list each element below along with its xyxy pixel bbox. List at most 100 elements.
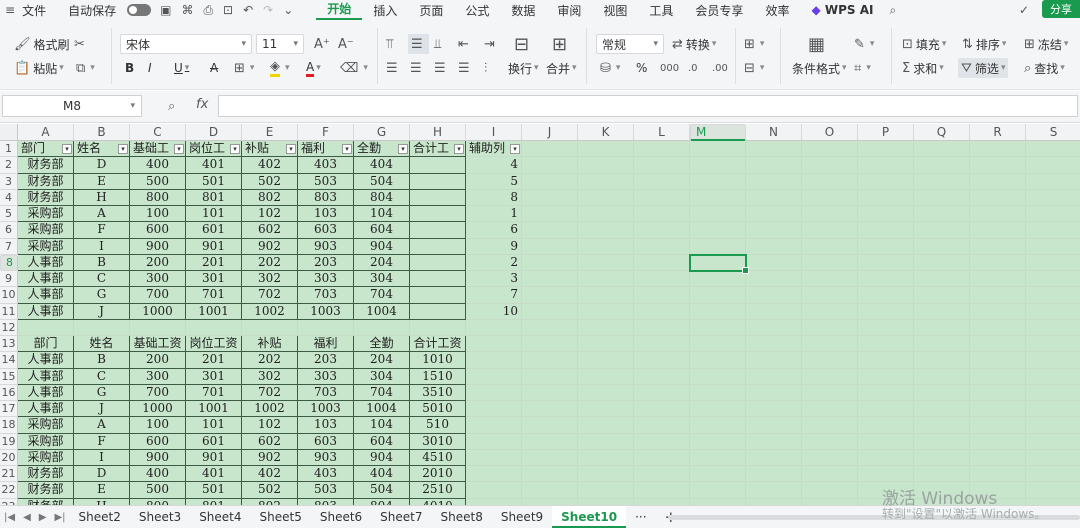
increase-indent-button[interactable]: ⇥ [484,34,498,54]
table-cell[interactable]: 2 [466,254,522,271]
cell[interactable] [746,141,802,158]
paste-button[interactable]: 📋 粘贴 ▾ [14,58,64,78]
table-cell[interactable] [410,271,466,288]
table-cell[interactable]: 财务部 [18,173,74,190]
filter-dropdown-icon[interactable]: ▾ [230,144,240,154]
cell[interactable] [858,303,914,320]
column-header[interactable]: I [466,124,522,141]
cell[interactable] [466,401,522,418]
table-cell[interactable]: 101 [186,417,242,434]
file-menu[interactable]: 文件 [20,2,57,19]
tab-efficiency[interactable]: 效率 [754,2,800,19]
undo-icon[interactable]: ↶ [243,3,253,17]
table-header-cell[interactable]: 福利 [298,336,354,353]
filter-dropdown-icon[interactable]: ▾ [62,144,72,154]
align-center-button[interactable]: ☰ [410,58,425,78]
cell[interactable] [466,449,522,466]
cell[interactable] [914,401,970,418]
table-cell[interactable] [410,189,466,206]
last-sheet-icon[interactable]: ▶| [54,512,65,523]
cell[interactable] [914,173,970,190]
table-cell[interactable]: 404 [354,157,410,174]
table-cell[interactable]: 人事部 [18,303,74,320]
cell[interactable] [522,352,578,369]
cell[interactable] [578,173,634,190]
row-header[interactable]: 2 [0,157,18,174]
tab-view[interactable]: 视图 [592,2,638,19]
table-cell[interactable]: 700 [130,384,186,401]
column-header[interactable]: F [298,124,354,141]
filter-dropdown-icon[interactable]: ▾ [342,144,352,154]
row-header[interactable]: 7 [0,238,18,255]
cell[interactable] [690,352,746,369]
cell[interactable] [298,319,354,336]
cell-style-button[interactable]: ⊞ ▾ [744,34,764,54]
table-cell[interactable]: 603 [298,222,354,239]
table-cell[interactable]: F [74,433,130,450]
cell[interactable] [914,238,970,255]
table-cell[interactable]: 2510 [410,482,466,499]
cell[interactable] [1026,206,1080,223]
cell[interactable] [466,352,522,369]
cell[interactable] [634,254,690,271]
table-cell[interactable] [410,238,466,255]
cell[interactable] [578,352,634,369]
table-cell[interactable]: C [74,368,130,385]
table-cell[interactable]: 402 [242,466,298,483]
table-cell[interactable]: 504 [354,482,410,499]
cell[interactable] [634,433,690,450]
cell[interactable] [802,433,858,450]
table-cell[interactable]: 1002 [242,401,298,418]
cell[interactable] [522,319,578,336]
cell[interactable] [186,319,242,336]
cell[interactable] [802,449,858,466]
cell[interactable] [1026,271,1080,288]
table-cell[interactable]: 201 [186,254,242,271]
cell[interactable] [74,319,130,336]
table-header-cell[interactable]: 辅助列 ▾ [466,141,522,158]
table-cell[interactable]: 财务部 [18,466,74,483]
cell[interactable] [634,401,690,418]
select-all-corner[interactable] [0,124,18,141]
sum-button[interactable]: Σ 求和 ▾ [902,58,944,78]
table-cell[interactable]: 903 [298,449,354,466]
table-cell[interactable]: 100 [130,206,186,223]
cell[interactable] [802,466,858,483]
cell[interactable] [914,433,970,450]
table-cell[interactable]: 502 [242,482,298,499]
table-cell[interactable]: 3510 [410,384,466,401]
cell[interactable] [858,368,914,385]
thousands-button[interactable]: 000 [660,58,682,78]
table-cell[interactable]: 1000 [130,401,186,418]
cell[interactable] [746,336,802,353]
table-cell[interactable]: C [74,271,130,288]
cell[interactable] [242,319,298,336]
table-header-cell[interactable]: 岗位工 ▾ [186,141,242,158]
cell[interactable] [634,466,690,483]
table-cell[interactable]: 104 [354,206,410,223]
table-cell[interactable]: 财务部 [18,189,74,206]
cell[interactable] [858,141,914,158]
row-header[interactable]: 9 [0,271,18,288]
cell[interactable] [914,254,970,271]
fill-button[interactable]: ⊡ 填充 ▾ [902,34,946,54]
table-header-cell[interactable]: 全勤 ▾ [354,141,410,158]
find-button[interactable]: ⌕ 查找 ▾ [1024,58,1065,78]
wrap-text-icon-button[interactable]: ⊟ [514,34,532,55]
cell[interactable] [522,222,578,239]
row-header[interactable]: 12 [0,319,18,336]
cell[interactable] [634,157,690,174]
table-cell[interactable]: 5010 [410,401,466,418]
column-header[interactable]: H [410,124,466,141]
cell[interactable] [634,173,690,190]
table-cell[interactable]: 302 [242,368,298,385]
table-cell[interactable]: 人事部 [18,271,74,288]
cell[interactable] [858,401,914,418]
table-cell[interactable]: D [74,157,130,174]
zoom-formula-icon[interactable]: ⌕ [168,99,175,114]
table-cell[interactable]: 1010 [410,352,466,369]
sheet-tab-active[interactable]: Sheet10 [552,506,627,528]
table-cell[interactable]: 204 [354,254,410,271]
table-cell[interactable]: 601 [186,433,242,450]
cell[interactable] [1026,449,1080,466]
